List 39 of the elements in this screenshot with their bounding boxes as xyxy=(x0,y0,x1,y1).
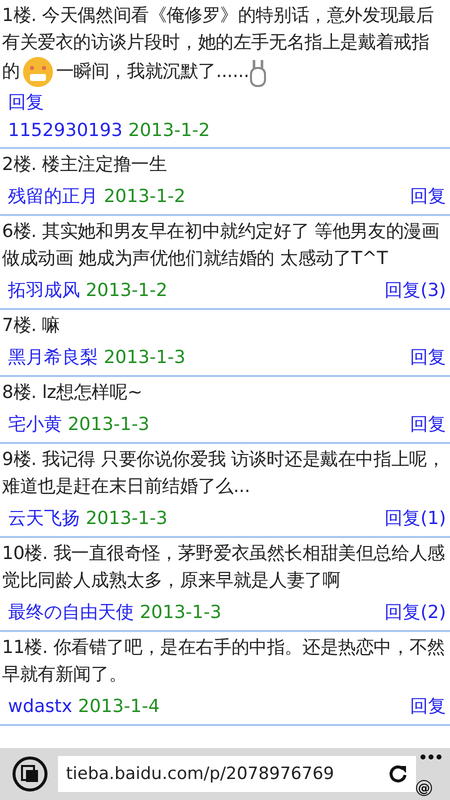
post-text: 6楼. 其实她和男友早在初中就约定好了 等他男友的漫画做成动画 她成为声优他们就结婚的 太感动了T^T xyxy=(2,220,440,271)
rabbit-icon xyxy=(249,58,268,88)
author-link[interactable]: 残留的正月 xyxy=(8,186,98,207)
post-date: 2013-1-3 xyxy=(104,347,186,368)
reply-link[interactable]: 回复(2) xyxy=(384,600,446,624)
author-link[interactable]: 黑月希良梨 xyxy=(8,347,98,368)
badge: @ xyxy=(416,780,432,796)
author-link[interactable]: 拓羽成风 xyxy=(8,280,80,301)
reply-link[interactable]: 回复(3) xyxy=(384,278,446,302)
post-text: 8楼. lz想怎样呢~ xyxy=(2,381,144,405)
url-field[interactable]: tieba.baidu.com/p/2078976769 xyxy=(58,756,416,792)
reply-link[interactable]: 回复 xyxy=(410,412,446,436)
post-date: 2013-1-4 xyxy=(78,696,160,716)
author-link[interactable]: 最终の自由天使 xyxy=(8,602,134,623)
post-date: 2013-1-2 xyxy=(104,186,186,207)
post-text: 11楼. 你看错了吧，是在右手的中指。还是热恋中，不然早就有新闻了。 xyxy=(2,636,446,687)
post-date: 2013-1-2 xyxy=(128,120,210,141)
reply-link[interactable]: 回复(1) xyxy=(384,506,446,530)
refresh-icon[interactable] xyxy=(388,764,408,784)
author-link[interactable]: 云天飞扬 xyxy=(8,508,80,529)
reply-link[interactable]: 回复 xyxy=(410,345,446,369)
reply-link[interactable]: 回复 xyxy=(8,90,44,114)
tabs-icon[interactable] xyxy=(12,756,48,792)
post-date: 2013-1-3 xyxy=(140,602,222,623)
author-link[interactable]: 宅小黄 xyxy=(8,414,62,435)
post-date: 2013-1-3 xyxy=(68,414,150,435)
post-date: 2013-1-2 xyxy=(86,280,168,301)
author-link[interactable]: wdastx xyxy=(8,696,72,716)
post-text: 7楼. 嘛 xyxy=(2,314,61,338)
post-date: 2013-1-3 xyxy=(86,508,168,529)
post-text: 1楼. 今天偶然间看《俺修罗》的特别话，意外发现最后有关爱衣的访谈片段时，她的左手无名指上是戴着戒指的 一瞬间，我就沉默了...... xyxy=(2,2,446,88)
author-link[interactable]: 1152930193 xyxy=(8,120,123,141)
post-text: 10楼. 我一直很奇怪，茅野爱衣虽然长相甜美但总给人感觉比同龄人成熟太多，原来早就是人妻了啊 xyxy=(2,542,446,593)
reply-link[interactable]: 回复 xyxy=(410,694,446,718)
more-icon[interactable] xyxy=(420,754,442,760)
reply-link[interactable]: 回复 xyxy=(410,184,446,208)
post-text: 2楼. 楼主注定撸一生 xyxy=(2,153,168,177)
post-text: 9楼. 我记得 只要你说你爱我 访谈时还是戴在中指上呢，难道也是赶在末日前结婚了么... xyxy=(2,448,446,499)
blushing-face-icon xyxy=(22,56,54,88)
